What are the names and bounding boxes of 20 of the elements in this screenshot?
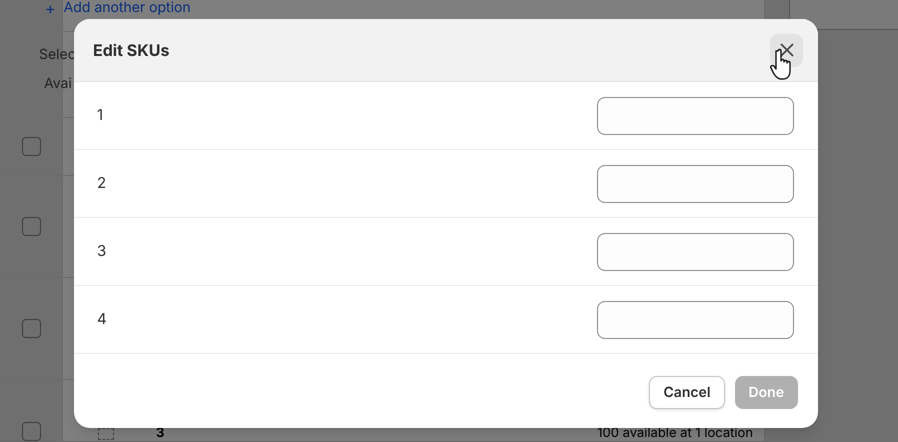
- cancel-button[interactable]: Cancel: [649, 376, 725, 408]
- dialog-title: Edit SKUs: [93, 39, 170, 62]
- row-label: 3: [97, 240, 106, 262]
- sku-field[interactable]: [597, 96, 794, 134]
- variant-name: 3: [156, 427, 164, 440]
- plus-icon: +: [45, 0, 56, 16]
- sku-field[interactable]: [597, 300, 794, 338]
- sku-field[interactable]: [597, 232, 794, 270]
- checkbox[interactable]: [22, 319, 40, 338]
- checkbox[interactable]: [22, 422, 40, 441]
- checkbox[interactable]: [22, 217, 40, 236]
- row-label: 4: [97, 308, 107, 330]
- row-label: 1: [97, 104, 104, 126]
- available-label: Avai: [44, 74, 72, 94]
- add-option-link[interactable]: Add another option: [64, 0, 191, 16]
- close-icon: [780, 43, 794, 57]
- row-label: 2: [97, 172, 106, 194]
- sku-field[interactable]: [597, 164, 794, 202]
- checkbox[interactable]: [22, 137, 40, 156]
- select-label: Selec: [39, 45, 76, 65]
